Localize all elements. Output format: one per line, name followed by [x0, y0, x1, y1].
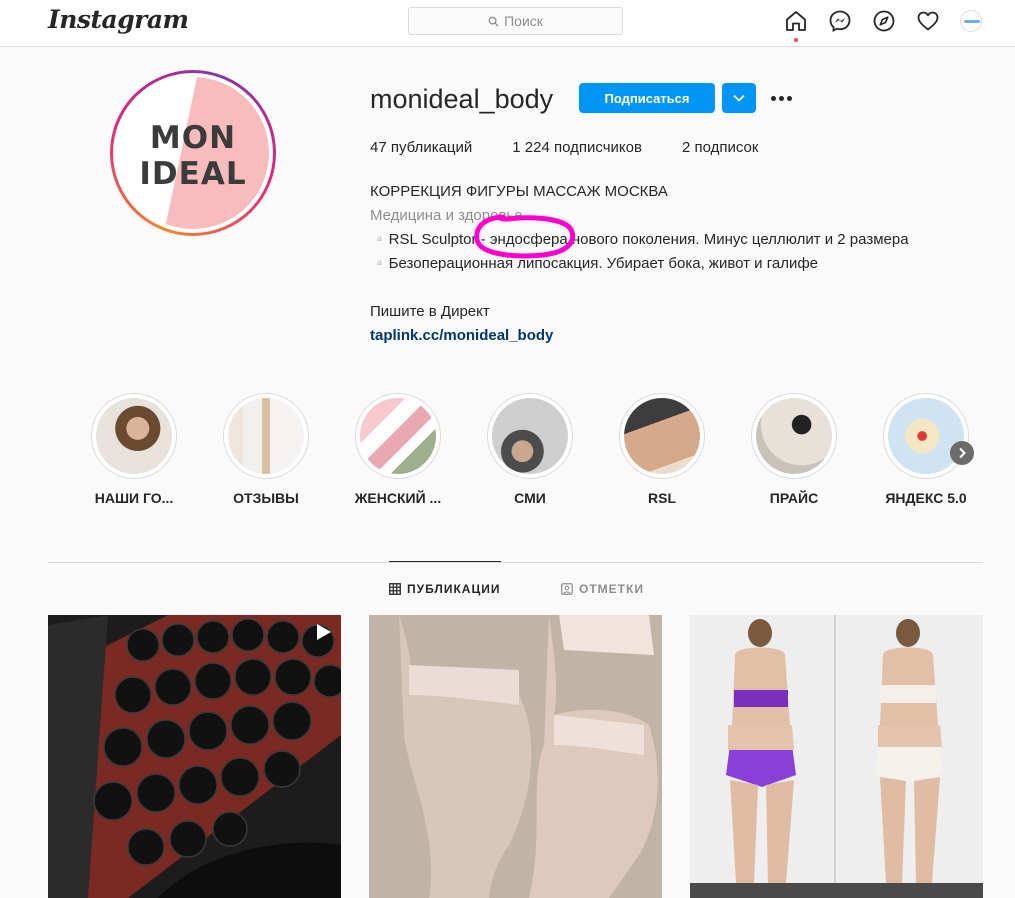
- dot-icon: [778, 95, 784, 101]
- tabs-divider: [48, 562, 983, 563]
- bio-category: Медицина и здоровье: [370, 207, 523, 224]
- chevron-down-icon: [733, 94, 745, 102]
- suggestions-dropdown-button[interactable]: [722, 83, 756, 113]
- video-icon: [317, 624, 331, 640]
- profile-avatar[interactable]: [960, 10, 982, 32]
- profile-stats: 47 публикаций 1 224 подписчиков 2 подпис…: [370, 139, 798, 156]
- active-tab-indicator: [389, 561, 501, 562]
- search-input[interactable]: Поиск: [408, 7, 623, 35]
- profile-bio: КОРРЕКЦИЯ ФИГУРЫ МАССАЖ МОСКВА Медицина …: [370, 180, 970, 348]
- profile-username: monideal_body: [370, 84, 554, 114]
- post-image-body-result: [369, 615, 662, 898]
- post-image-massage-roller: [48, 615, 341, 898]
- bio-link[interactable]: taplink.cc/monideal_body: [370, 324, 970, 348]
- tab-tagged[interactable]: ОТМЕТКИ: [561, 582, 644, 596]
- highlight-label: СМИ: [514, 490, 546, 506]
- highlight-label: ОТЗЫВЫ: [233, 490, 299, 506]
- highlight-item[interactable]: СМИ: [475, 393, 585, 506]
- post-tile[interactable]: [48, 615, 341, 898]
- chevron-right-icon: [959, 447, 966, 459]
- profile-avatar-large[interactable]: MON IDEAL: [110, 70, 276, 236]
- highlight-label: ЯНДЕКС 5.0: [885, 490, 967, 506]
- highlight-label: RSL: [648, 490, 676, 506]
- highlight-label: ПРАЙС: [769, 490, 819, 506]
- highlight-item[interactable]: НАШИ ГО...: [79, 393, 189, 506]
- follow-button[interactable]: Подписаться: [579, 83, 715, 113]
- avatar-logo-text: MON IDEAL: [139, 120, 247, 192]
- highlight-label: ЖЕНСКИЙ ...: [354, 490, 442, 506]
- story-highlights: НАШИ ГО... ОТЗЫВЫ ЖЕНСКИЙ ... СМИ RSL ПР…: [48, 393, 983, 523]
- more-options-button[interactable]: [768, 86, 794, 110]
- highlights-next-button[interactable]: [950, 441, 974, 465]
- post-image-before-after: [690, 615, 983, 898]
- bio-title: КОРРЕКЦИЯ ФИГУРЫ МАССАЖ МОСКВА: [370, 183, 668, 200]
- bio-line: ▫️Безоперационная липосакция. Убирает бо…: [370, 255, 819, 272]
- post-tile[interactable]: [369, 615, 662, 898]
- tagged-icon: [561, 583, 573, 595]
- dot-icon: [786, 95, 792, 101]
- tab-posts[interactable]: ПУБЛИКАЦИИ: [389, 582, 500, 596]
- explore-icon[interactable]: [872, 9, 896, 33]
- search-icon: [488, 16, 499, 27]
- top-navigation-bar: Instagram Поиск: [0, 0, 1015, 47]
- following-count[interactable]: 2 подписок: [682, 139, 758, 156]
- post-tile[interactable]: [690, 615, 983, 898]
- dot-icon: [770, 95, 776, 101]
- highlight-item[interactable]: ОТЗЫВЫ: [211, 393, 321, 506]
- posts-count: 47 публикаций: [370, 139, 473, 156]
- heart-icon[interactable]: [916, 9, 940, 33]
- instagram-logo[interactable]: Instagram: [48, 5, 189, 34]
- bio-line: ▫️RSL Sculptor - эндосфера нового поколе…: [370, 231, 909, 248]
- bio-line: Пишите в Директ: [370, 303, 490, 320]
- highlight-label: НАШИ ГО...: [94, 490, 174, 506]
- search-placeholder: Поиск: [504, 13, 543, 29]
- highlight-item[interactable]: ЖЕНСКИЙ ...: [343, 393, 453, 506]
- home-icon[interactable]: [784, 9, 808, 33]
- highlight-item[interactable]: ПРАЙС: [739, 393, 849, 506]
- grid-icon: [389, 583, 401, 595]
- home-active-dot: [794, 38, 798, 42]
- messenger-icon[interactable]: [828, 9, 852, 33]
- highlight-item[interactable]: RSL: [607, 393, 717, 506]
- followers-count[interactable]: 1 224 подписчиков: [512, 139, 642, 156]
